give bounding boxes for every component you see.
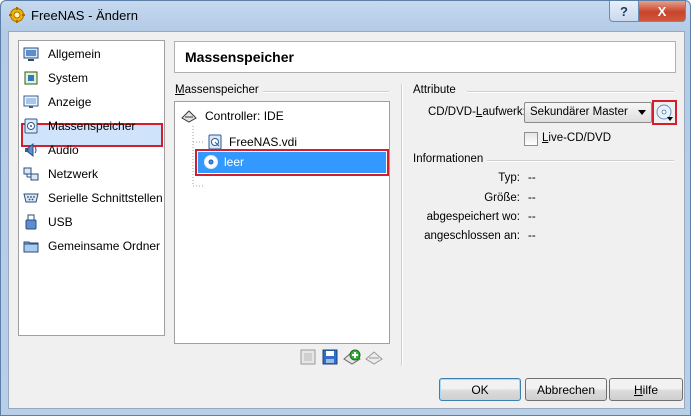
tree-item-label: Controller: IDE — [205, 109, 284, 123]
choose-disc-button[interactable] — [652, 100, 677, 125]
help-glyph: ? — [620, 3, 628, 19]
close-glyph: X — [657, 3, 667, 19]
nav-item-anzeige[interactable]: Anzeige — [19, 91, 164, 113]
live-cd-label[interactable]: Live-CD/DVD — [542, 132, 611, 144]
save-disk-icon[interactable] — [321, 348, 339, 366]
info-label-attached: angeschlossen an: — [424, 230, 520, 242]
dialog-window: FreeNAS - Ändern ? X Allgemein System An… — [0, 0, 691, 416]
tree-item-label: FreeNAS.vdi — [229, 135, 298, 149]
cd-dvd-menu-icon — [656, 104, 673, 121]
general-icon — [23, 47, 39, 61]
info-value-attached: -- — [528, 230, 536, 242]
serial-port-icon — [23, 193, 39, 203]
nav-item-usb[interactable]: USB — [19, 211, 164, 233]
vertical-separator — [401, 84, 403, 366]
dialog-client: Allgemein System Anzeige Massenspeicher … — [8, 31, 685, 409]
storage-group-label: Massenspeicher — [175, 84, 259, 96]
attributes-group-label: Attribute — [413, 84, 456, 96]
live-cd-checkbox[interactable] — [524, 132, 538, 146]
nav-item-label: Allgemein — [48, 47, 101, 61]
info-label-location: abgespeichert wo: — [426, 211, 520, 223]
tree-item-label: leer — [224, 155, 245, 169]
cancel-button[interactable]: Abbrechen — [525, 378, 607, 401]
info-value-location: -- — [528, 211, 536, 223]
info-value-type: -- — [528, 172, 536, 184]
info-label-type: Typ: — [498, 172, 520, 184]
tree-item-optical[interactable]: leer — [198, 152, 386, 173]
hard-disk-icon — [208, 134, 222, 150]
cd-dvd-icon — [204, 155, 218, 169]
info-group-label: Informationen — [413, 153, 484, 165]
nav-item-audio[interactable]: Audio — [19, 139, 164, 161]
audio-icon — [25, 142, 37, 158]
nav-item-serielle-schnittstellen[interactable]: Serielle Schnittstellen — [19, 187, 164, 209]
nav-item-label: USB — [48, 215, 73, 229]
drive-select-value: Sekundärer Master — [530, 106, 628, 118]
info-value-size: -- — [528, 192, 536, 204]
drive-select[interactable]: Sekundärer Master — [524, 102, 652, 123]
chevron-down-icon — [638, 110, 646, 115]
add-attachment-icon[interactable] — [343, 348, 361, 366]
tree-item-controller[interactable]: Controller: IDE — [179, 106, 379, 126]
nav-item-allgemein[interactable]: Allgemein — [19, 43, 164, 65]
title-bar[interactable]: FreeNAS - Ändern ? X — [1, 1, 690, 31]
nav-item-label: Serielle Schnittstellen — [48, 191, 163, 205]
tree-selection-highlight[interactable]: leer — [195, 149, 389, 176]
usb-icon — [25, 214, 37, 230]
display-icon — [23, 95, 39, 108]
remove-attachment-icon[interactable] — [365, 348, 383, 366]
system-icon — [24, 71, 38, 85]
network-icon — [23, 167, 39, 181]
ok-button[interactable]: OK — [439, 378, 521, 401]
drive-label: CD/DVD-Laufwerk: — [428, 106, 526, 118]
help-button[interactable]: ? — [609, 1, 639, 22]
close-button[interactable]: X — [638, 1, 686, 22]
help-dialog-button[interactable]: Hilfe — [609, 378, 683, 401]
window-title: FreeNAS - Ändern — [31, 8, 138, 23]
page-title: Massenspeicher — [185, 49, 294, 65]
nav-item-label: Massenspeicher — [48, 119, 136, 133]
nav-item-label: Anzeige — [48, 95, 92, 109]
settings-nav-list[interactable]: Allgemein System Anzeige Massenspeicher … — [18, 40, 165, 336]
info-group-divider — [487, 160, 674, 162]
nav-item-system[interactable]: System — [19, 67, 164, 89]
storage-group-divider — [263, 91, 389, 93]
add-controller-icon[interactable] — [299, 348, 317, 366]
nav-item-gemeinsame-ordner[interactable]: Gemeinsame Ordner — [19, 235, 164, 257]
nav-item-label: Netzwerk — [48, 167, 99, 181]
shared-folder-icon — [23, 241, 39, 253]
storage-tree[interactable]: Controller: IDE FreeNAS.vdi — [174, 101, 390, 344]
nav-item-label: Audio — [48, 143, 79, 157]
nav-item-netzwerk[interactable]: Netzwerk — [19, 163, 164, 185]
nav-item-label: System — [48, 71, 89, 85]
storage-icon — [24, 118, 38, 134]
ide-controller-icon — [181, 110, 197, 123]
info-label-size: Größe: — [484, 192, 520, 204]
nav-item-massenspeicher[interactable]: Massenspeicher — [19, 115, 164, 137]
virtualbox-gear-icon — [9, 7, 25, 23]
page-header: Massenspeicher — [174, 41, 676, 73]
attributes-group-divider — [467, 91, 674, 93]
nav-item-label: Gemeinsame Ordner — [48, 239, 161, 253]
